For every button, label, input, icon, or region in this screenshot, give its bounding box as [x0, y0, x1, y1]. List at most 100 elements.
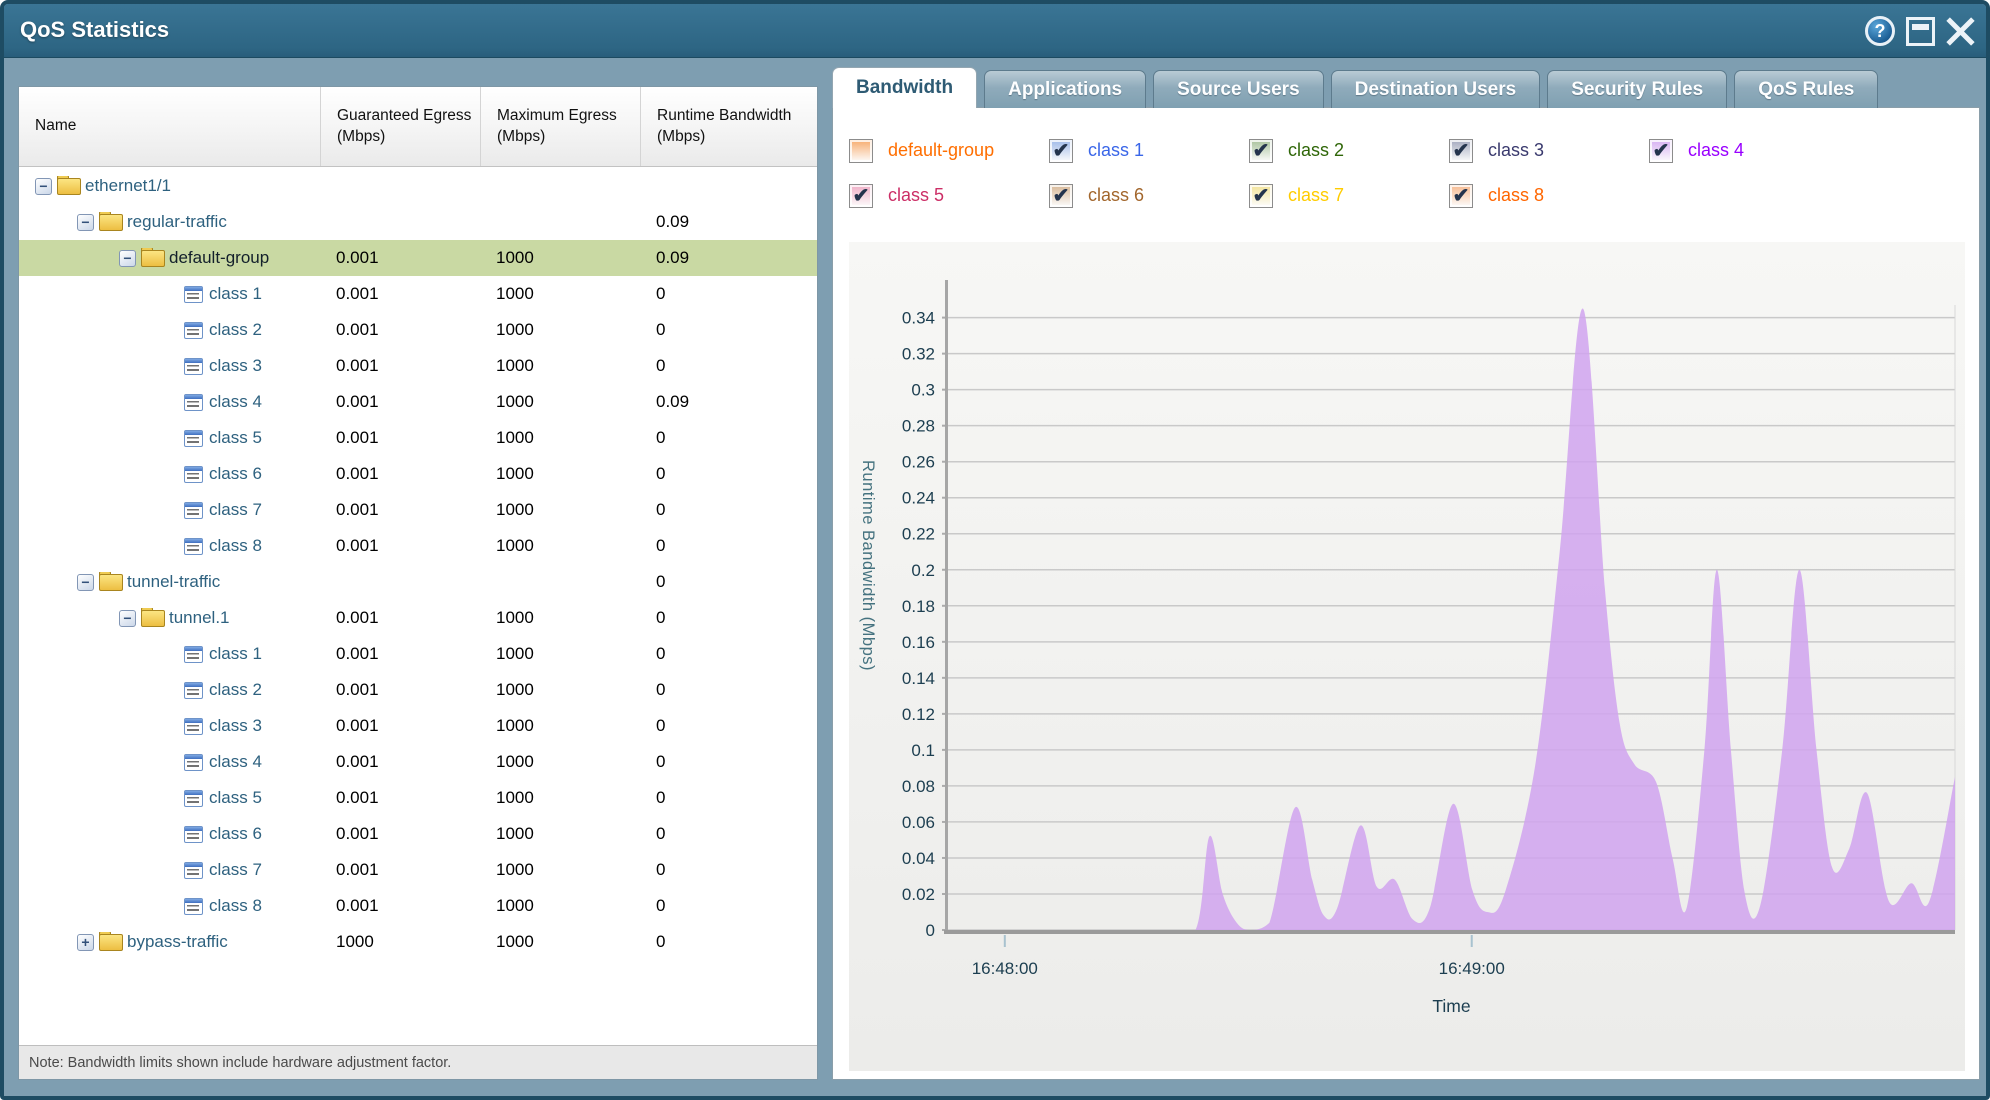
class-icon	[184, 646, 203, 663]
table-row[interactable]: class 40.00110000.09	[19, 384, 817, 420]
runtime-bandwidth-value: 0	[641, 284, 817, 304]
checkbox-class-3[interactable]: ✔	[1449, 139, 1473, 163]
help-icon[interactable]: ?	[1865, 16, 1895, 46]
checkbox-default-group[interactable]	[849, 139, 873, 163]
table-row[interactable]: class 60.00110000	[19, 816, 817, 852]
tab-applications[interactable]: Applications	[984, 70, 1146, 108]
tab-qos-rules[interactable]: QoS Rules	[1734, 70, 1878, 108]
tree-name-cell: + bypass-traffic	[19, 932, 321, 952]
class-icon	[184, 430, 203, 447]
table-row[interactable]: class 10.00110000	[19, 636, 817, 672]
legend-item: default-group	[849, 128, 1049, 173]
guaranteed-egress-value: 0.001	[321, 536, 481, 556]
y-tick-label: 0.06	[902, 813, 935, 832]
y-tick-label: 0.22	[902, 525, 935, 544]
area-chart-canvas: 00.020.040.060.080.10.120.140.160.180.20…	[849, 242, 1965, 1071]
tab-source-users[interactable]: Source Users	[1153, 70, 1324, 108]
tree-name-cell: class 6	[19, 824, 321, 844]
maximum-egress-value: 1000	[481, 248, 641, 268]
tree-node-label: class 6	[209, 464, 262, 484]
table-row[interactable]: class 20.00110000	[19, 672, 817, 708]
tab-bandwidth[interactable]: Bandwidth	[832, 67, 977, 108]
tree-name-cell: class 5	[19, 428, 321, 448]
tree-name-cell: class 2	[19, 680, 321, 700]
checkbox-class-6[interactable]: ✔	[1049, 184, 1073, 208]
legend-label: class 1	[1088, 140, 1144, 161]
table-row[interactable]: class 40.00110000	[19, 744, 817, 780]
table-row[interactable]: −regular-traffic0.09	[19, 204, 817, 240]
checkbox-class-4[interactable]: ✔	[1649, 139, 1673, 163]
maximum-egress-value: 1000	[481, 500, 641, 520]
collapse-icon[interactable]: −	[119, 250, 136, 267]
maximum-egress-value: 1000	[481, 932, 641, 952]
close-icon[interactable]	[1946, 16, 1976, 46]
tree-name-cell: class 7	[19, 500, 321, 520]
tree-node-label: class 8	[209, 896, 262, 916]
guaranteed-egress-value: 0.001	[321, 824, 481, 844]
maximum-egress-value: 1000	[481, 716, 641, 736]
tree-node-label: class 3	[209, 716, 262, 736]
tree-node-label: bypass-traffic	[127, 932, 228, 952]
class-icon	[184, 394, 203, 411]
table-row[interactable]: class 80.00110000	[19, 528, 817, 564]
table-row[interactable]: class 30.00110000	[19, 348, 817, 384]
class-icon	[184, 286, 203, 303]
collapse-icon[interactable]: −	[35, 178, 52, 195]
y-tick-label: 0.34	[902, 309, 935, 328]
table-row[interactable]: −ethernet1/1	[19, 168, 817, 204]
runtime-bandwidth-value: 0	[641, 896, 817, 916]
collapse-icon[interactable]: −	[77, 214, 94, 231]
table-row[interactable]: class 70.00110000	[19, 492, 817, 528]
collapse-icon[interactable]: −	[77, 574, 94, 591]
table-row[interactable]: −tunnel.10.00110000	[19, 600, 817, 636]
checkbox-class-2[interactable]: ✔	[1249, 139, 1273, 163]
table-header: Name Guaranteed Egress (Mbps) Maximum Eg…	[19, 87, 817, 167]
table-row[interactable]: class 20.00110000	[19, 312, 817, 348]
table-row[interactable]: class 60.00110000	[19, 456, 817, 492]
guaranteed-egress-value: 0.001	[321, 860, 481, 880]
tree-node-label: class 4	[209, 392, 262, 412]
tab-destination-users[interactable]: Destination Users	[1331, 70, 1541, 108]
column-header-maximum-egress: Maximum Egress (Mbps)	[481, 87, 641, 166]
bandwidth-chart: 00.020.040.060.080.10.120.140.160.180.20…	[849, 242, 1965, 1071]
restore-icon[interactable]	[1906, 17, 1935, 46]
collapse-icon[interactable]: −	[119, 610, 136, 627]
class-icon	[184, 718, 203, 735]
table-row[interactable]: class 10.00110000	[19, 276, 817, 312]
checkbox-class-5[interactable]: ✔	[849, 184, 873, 208]
tree-node-label: class 2	[209, 320, 262, 340]
tree-name-cell: − default-group	[19, 248, 321, 268]
tree-name-cell: class 2	[19, 320, 321, 340]
y-axis-label: Runtime Bandwidth (Mbps)	[858, 460, 877, 671]
folder-icon	[99, 214, 121, 230]
table-row[interactable]: class 50.00110000	[19, 780, 817, 816]
class-icon	[184, 538, 203, 555]
runtime-bandwidth-value: 0	[641, 788, 817, 808]
checkbox-class-8[interactable]: ✔	[1449, 184, 1473, 208]
tree-node-label: default-group	[169, 248, 269, 268]
table-row[interactable]: class 70.00110000	[19, 852, 817, 888]
folder-icon	[57, 178, 79, 194]
expand-icon[interactable]: +	[77, 934, 94, 951]
runtime-bandwidth-value: 0	[641, 536, 817, 556]
class-icon	[184, 754, 203, 771]
legend-item: ✔class 2	[1249, 128, 1449, 173]
tree-name-cell: class 1	[19, 644, 321, 664]
table-row[interactable]: +bypass-traffic100010000	[19, 924, 817, 960]
tree-name-cell: −tunnel-traffic	[19, 572, 321, 592]
table-row[interactable]: −default-group0.00110000.09	[19, 240, 817, 276]
checkbox-class-1[interactable]: ✔	[1049, 139, 1073, 163]
tab-security-rules[interactable]: Security Rules	[1547, 70, 1727, 108]
maximum-egress-value: 1000	[481, 752, 641, 772]
table-row[interactable]: class 50.00110000	[19, 420, 817, 456]
checkbox-class-7[interactable]: ✔	[1249, 184, 1273, 208]
note-bar: Note: Bandwidth limits shown include har…	[19, 1045, 817, 1079]
table-row[interactable]: class 30.00110000	[19, 708, 817, 744]
maximum-egress-value: 1000	[481, 536, 641, 556]
table-row[interactable]: −tunnel-traffic0	[19, 564, 817, 600]
table-row[interactable]: class 80.00110000	[19, 888, 817, 924]
maximum-egress-value: 1000	[481, 356, 641, 376]
runtime-bandwidth-value: 0	[641, 608, 817, 628]
legend-label: class 7	[1288, 185, 1344, 206]
tree-node-label: class 1	[209, 284, 262, 304]
